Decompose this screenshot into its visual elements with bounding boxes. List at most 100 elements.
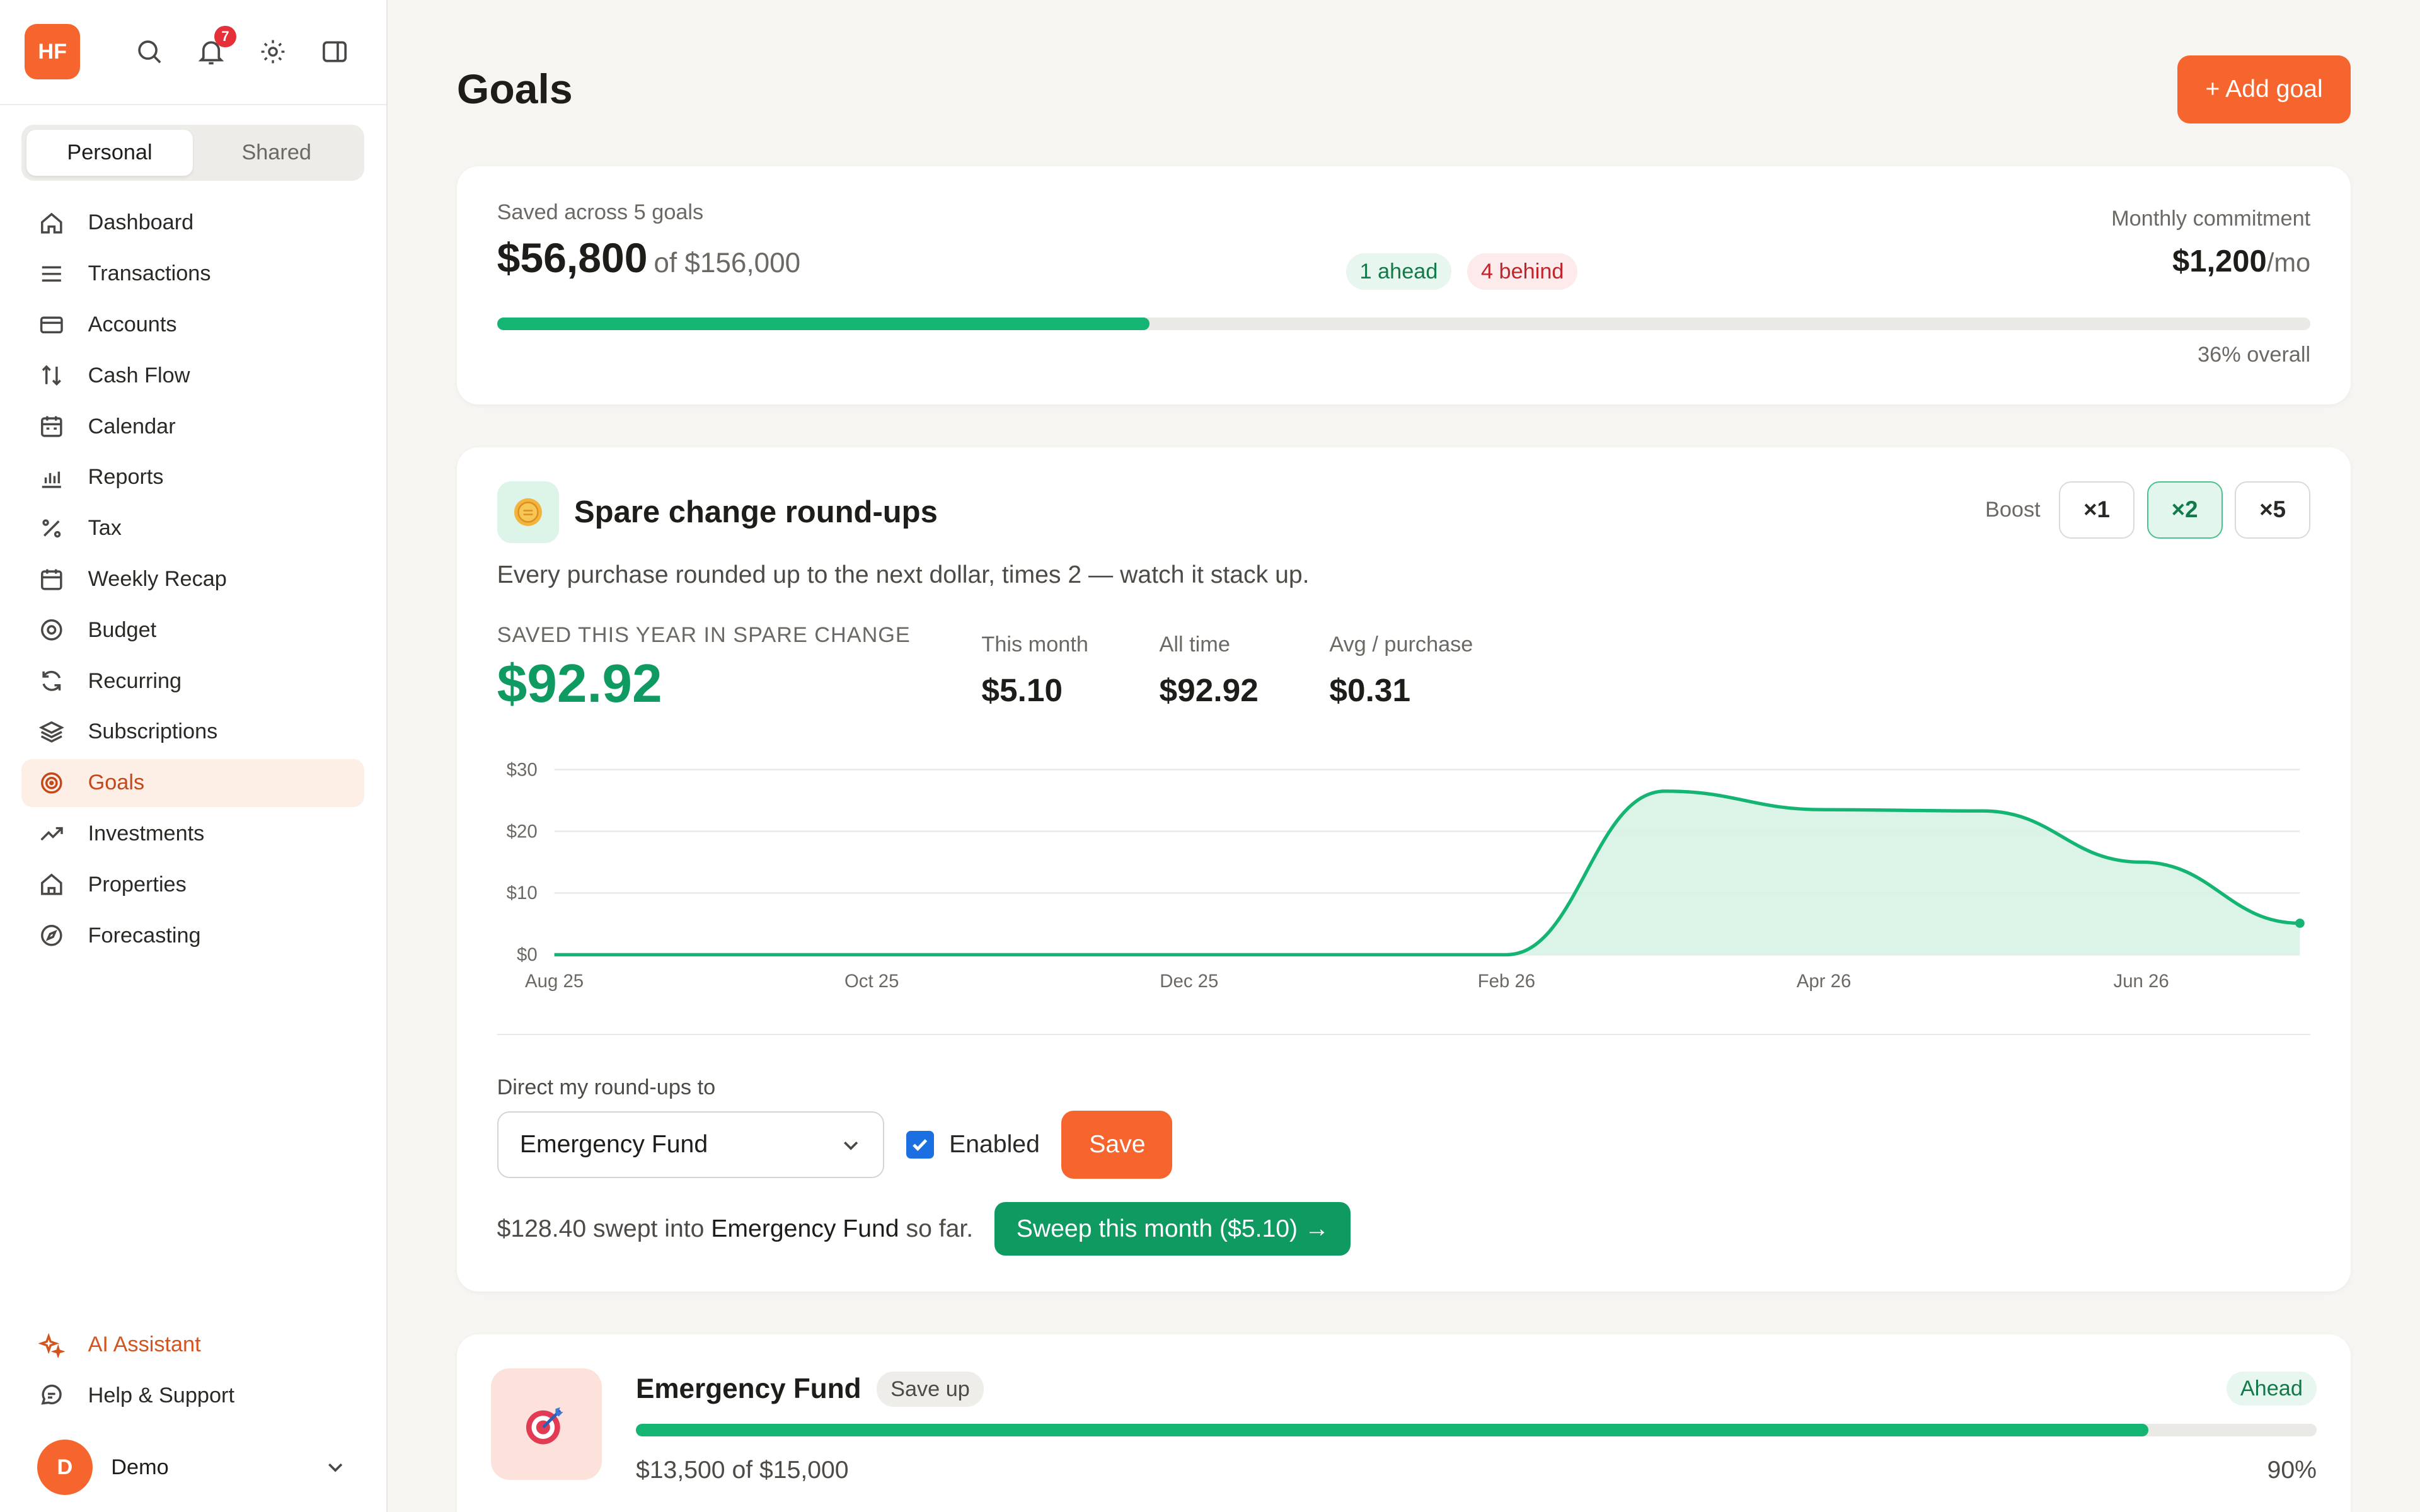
swept-target: Emergency Fund <box>711 1215 899 1242</box>
goal-type-tag: Save up <box>877 1372 984 1407</box>
enabled-checkbox[interactable] <box>906 1131 934 1159</box>
sidebar-item-label: Calendar <box>88 414 176 438</box>
sidebar-item-label: AI Assistant <box>88 1332 201 1356</box>
sidebar-item-label: Forecasting <box>88 923 201 948</box>
chevron-down-icon[interactable] <box>325 1457 346 1478</box>
sidebar-item-dashboard[interactable]: Dashboard <box>21 199 364 247</box>
compass-icon <box>38 922 65 949</box>
saved-this-year-value: $92.92 <box>497 653 662 714</box>
area-fill <box>554 791 2300 955</box>
percent-icon <box>38 515 65 542</box>
sidebar-item-investments[interactable]: Investments <box>21 810 364 857</box>
goals-summary-card: Saved across 5 goals $56,800 of $156,000 … <box>456 166 2351 404</box>
y-tick-label: $10 <box>506 883 537 904</box>
tab-personal[interactable]: Personal <box>26 129 193 176</box>
save-button[interactable]: Save <box>1061 1111 1173 1179</box>
spare-change-description: Every purchase rounded up to the next do… <box>497 561 1310 589</box>
sparkle-icon <box>38 1332 65 1358</box>
goal-status-badge: Ahead <box>2226 1372 2317 1406</box>
sweep-month-button[interactable]: Sweep this month ($5.10) → <box>994 1201 1351 1256</box>
swept-prefix: $128.40 swept into <box>497 1215 712 1242</box>
check-icon <box>913 1139 928 1152</box>
spare-change-card: Spare change round-ups Boost ×1 ×2 ×5 Ev… <box>456 447 2351 1292</box>
target-dart-icon <box>490 1368 602 1480</box>
sidebar-item-ai-assistant[interactable]: AI Assistant <box>21 1320 364 1368</box>
boost-x1-button[interactable]: ×1 <box>2059 481 2135 539</box>
swept-summary: $128.40 swept into Emergency Fund so far… <box>497 1215 974 1243</box>
y-tick-label: $20 <box>506 822 537 842</box>
goal-icon <box>38 770 65 796</box>
add-goal-button[interactable]: + Add goal <box>2177 55 2351 123</box>
goal-progress-bar <box>635 1424 2317 1436</box>
saved-value: $56,800 <box>497 235 648 282</box>
tab-shared[interactable]: Shared <box>193 130 360 176</box>
avg-purchase-value: $0.31 <box>1329 671 1411 708</box>
last-point <box>2295 919 2305 929</box>
sidebar-item-label: Accounts <box>88 312 177 336</box>
arrows-updown-icon <box>38 362 65 389</box>
sidebar-item-budget[interactable]: Budget <box>21 606 364 654</box>
sidebar-item-goals[interactable]: Goals <box>21 759 365 807</box>
behind-badge: 4 behind <box>1466 253 1578 290</box>
boost-selector: Boost ×1 ×2 ×5 <box>1985 481 2311 539</box>
avatar: D <box>37 1439 93 1496</box>
saved-this-year-label: SAVED THIS YEAR IN SPARE CHANGE <box>497 623 911 648</box>
app-logo[interactable]: HF <box>25 24 81 80</box>
layers-icon <box>38 719 65 745</box>
goal-card-emergency-fund[interactable]: Emergency Fund Save up Ahead $13,500 of … <box>456 1334 2351 1512</box>
all-time-value: $92.92 <box>1159 671 1259 708</box>
sidebar-item-calendar[interactable]: Calendar <box>21 403 364 450</box>
sidebar-item-weekly-recap[interactable]: Weekly Recap <box>21 555 364 603</box>
user-menu[interactable]: D Demo <box>21 1423 364 1512</box>
y-tick-label: $30 <box>506 760 537 781</box>
sidebar-toggle-icon[interactable] <box>321 38 349 66</box>
overall-percent: 36% overall <box>2198 342 2311 367</box>
goal-amount: $13,500 of $15,000 <box>635 1456 849 1484</box>
house-icon <box>38 871 65 898</box>
trend-up-icon <box>38 821 65 847</box>
sidebar-item-reports[interactable]: Reports <box>21 454 364 501</box>
list-icon <box>38 261 65 287</box>
swept-suffix: so far. <box>899 1215 974 1242</box>
boost-x2-button[interactable]: ×2 <box>2146 481 2223 539</box>
user-name: Demo <box>111 1455 169 1479</box>
workspace-switcher: Personal Shared <box>21 125 365 181</box>
sidebar-item-label: Cash Flow <box>88 363 190 387</box>
gear-icon[interactable] <box>259 38 287 66</box>
x-tick-label: Apr 26 <box>1796 971 1851 992</box>
sidebar-item-help[interactable]: Help & Support <box>21 1372 364 1419</box>
x-tick-label: Feb 26 <box>1477 971 1535 992</box>
sidebar-item-label: Recurring <box>88 668 182 693</box>
sidebar-item-label: Goals <box>88 770 145 795</box>
sidebar-item-accounts[interactable]: Accounts <box>21 301 364 348</box>
refresh-icon <box>38 668 65 694</box>
sidebar-item-recurring[interactable]: Recurring <box>21 657 364 705</box>
sidebar-item-label: Budget <box>88 617 157 642</box>
commitment-unit: /mo <box>2266 247 2311 277</box>
spare-change-stats: SAVED THIS YEAR IN SPARE CHANGE $92.92 T… <box>497 623 2311 714</box>
this-month-label: This month <box>981 632 1088 656</box>
commitment-value: $1,200 <box>2172 244 2267 278</box>
sidebar-item-label: Weekly Recap <box>88 566 227 591</box>
spare-change-title: Spare change round-ups <box>574 495 938 530</box>
bar-chart-icon <box>38 464 65 491</box>
overall-progress-bar <box>497 318 2311 331</box>
sidebar-item-subscriptions[interactable]: Subscriptions <box>21 708 364 756</box>
goal-name: Emergency Fund <box>635 1373 861 1405</box>
sidebar-item-transactions[interactable]: Transactions <box>21 250 364 298</box>
card-icon <box>38 312 65 338</box>
boost-x5-button[interactable]: ×5 <box>2235 481 2311 539</box>
sidebar-item-properties[interactable]: Properties <box>21 861 364 908</box>
sidebar-item-tax[interactable]: Tax <box>21 505 364 553</box>
round-ups-chart-svg: $0 $10 $20 $30 Aug 25 Oct 25 Dec 25 Feb 26 Apr 2… <box>506 760 2305 992</box>
search-icon[interactable] <box>135 38 163 66</box>
target-icon <box>38 617 65 643</box>
bell-icon[interactable]: 7 <box>197 25 236 66</box>
sidebar-item-cash-flow[interactable]: Cash Flow <box>21 352 364 399</box>
goal-select[interactable]: Emergency Fund <box>497 1111 885 1178</box>
main-content: Goals + Add goal Saved across 5 goals $5… <box>388 0 2420 1512</box>
commitment-amount: $1,200/mo <box>2111 244 2310 279</box>
home-icon <box>38 210 65 236</box>
sidebar-item-forecasting[interactable]: Forecasting <box>21 912 364 959</box>
sidebar-item-label: Dashboard <box>88 210 194 235</box>
